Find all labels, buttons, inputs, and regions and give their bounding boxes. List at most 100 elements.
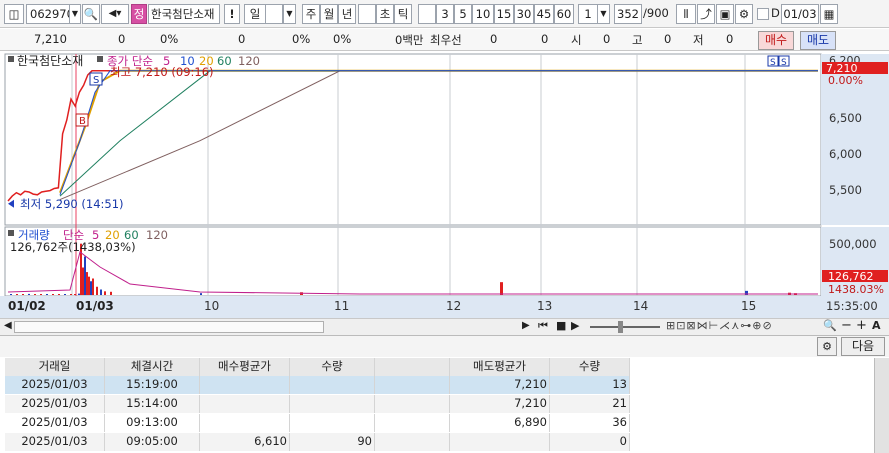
next-button[interactable]: 다음 [841, 337, 885, 356]
quote-price: 7,210 [34, 32, 67, 46]
pref-label: 최우선 [430, 33, 462, 47]
x-label-12: 12 [446, 299, 461, 313]
table-row[interactable]: 2025/01/03 09:05:00 6,610 90 0 [5, 433, 630, 451]
zoom-slider[interactable] [590, 326, 660, 328]
period-day[interactable]: 일 [244, 4, 266, 24]
stock-name: 한국첨단소재 [148, 4, 220, 24]
table-row[interactable]: 2025/01/03 15:19:00 7,210 13 [5, 376, 630, 394]
table-row[interactable]: 2025/01/03 15:14:00 7,210 21 [5, 395, 630, 413]
table-header: 거래일 체결시간 매수평균가 수량 매도평균가 수량 [5, 358, 630, 376]
stock-badge: 정 [131, 4, 147, 24]
open-label: 시 [571, 33, 582, 47]
pref-1: 0 [490, 32, 498, 46]
col-header-time: 체결시간 [105, 358, 200, 376]
quote-v2: 0% [292, 32, 311, 46]
sell-marker-right-2: S [781, 58, 787, 68]
table-cell [200, 395, 290, 413]
table-cell: 6,890 [450, 414, 550, 432]
low-label: 저 [693, 33, 704, 47]
scroll-thumb[interactable] [14, 321, 324, 333]
trend-icon[interactable]: ⤴ [697, 4, 715, 24]
open-value: 0 [603, 32, 611, 46]
table-scrollbar[interactable] [874, 358, 889, 453]
view-range-input[interactable]: 352 [614, 4, 642, 24]
period-week[interactable]: 주 [302, 4, 320, 24]
table-cell [290, 395, 375, 413]
table-cell [200, 376, 290, 394]
price-pct-tag: 0.00% [828, 74, 863, 87]
col-header-buy-qty: 수량 [290, 358, 375, 376]
date-checkbox[interactable] [757, 8, 769, 20]
period-minute[interactable]: 분 [358, 4, 376, 24]
calendar-icon[interactable]: ▦ [820, 4, 838, 24]
period-year[interactable]: 년 [338, 4, 356, 24]
minute-3[interactable]: 3 [436, 4, 454, 24]
volume-bar [104, 291, 106, 295]
table-cell: 7,210 [450, 376, 550, 394]
minute-10[interactable]: 10 [472, 4, 494, 24]
code-dropdown-icon[interactable]: ▼ [69, 4, 81, 24]
scroll-left-icon[interactable]: ◀ [4, 320, 12, 331]
volume-bar [52, 294, 54, 295]
volume-bar [78, 293, 80, 295]
table-cell [290, 376, 375, 394]
rewind-icon[interactable]: ⏮ [538, 319, 548, 333]
volume-pct-tag: 1438.03% [828, 283, 884, 296]
table-cell: 0 [550, 433, 630, 451]
table-row[interactable]: 2025/01/03 09:13:00 6,890 36 [5, 414, 630, 432]
minute-60[interactable]: 60 [554, 4, 574, 24]
quote-change: 0 [118, 32, 126, 46]
volume-bar [100, 289, 102, 295]
volume-bar [46, 294, 48, 295]
chart-area[interactable]: 한국첨단소재 종가 단순 5 10 20 60 120 최고 7,210 (09… [0, 52, 889, 318]
zoom-in-icon[interactable]: + [856, 318, 867, 333]
save-icon[interactable]: ▣ [716, 4, 734, 24]
volume-bar [22, 294, 24, 295]
quote-rate: 0% [160, 32, 179, 46]
volume-bar [92, 278, 94, 295]
minute-45[interactable]: 45 [534, 4, 554, 24]
info-button[interactable]: ! [224, 4, 240, 24]
volume-bar [16, 294, 18, 295]
layout-icon[interactable]: ◫ [4, 4, 24, 24]
volume-bar [70, 294, 72, 295]
period-second[interactable]: 초 [376, 4, 394, 24]
count-input[interactable]: 1 [578, 4, 598, 24]
minute-1[interactable]: 1 [418, 4, 436, 24]
speaker-icon[interactable]: ◀▾ [101, 4, 129, 24]
settings-gear-icon[interactable]: ⚙ [817, 337, 837, 356]
gear-icon[interactable]: ⚙ [735, 4, 753, 24]
minute-30[interactable]: 30 [514, 4, 534, 24]
minute-15[interactable]: 15 [494, 4, 514, 24]
sell-button[interactable]: 매도 [800, 31, 836, 50]
buy-button[interactable]: 매수 [758, 31, 794, 50]
day-count[interactable]: 1 [265, 4, 283, 24]
search-icon[interactable]: 🔍 [82, 4, 100, 24]
sell-marker-label: S [93, 75, 99, 86]
play-icon[interactable]: ▶ [571, 319, 579, 332]
period-month[interactable]: 월 [320, 4, 338, 24]
date-input[interactable]: 01/03 [781, 4, 819, 24]
quote-v3: 0% [333, 32, 352, 46]
candle-icon[interactable]: ⫴ [676, 4, 696, 24]
font-size-icon[interactable]: A [872, 319, 881, 332]
volume-bar [58, 294, 60, 295]
zoom-search-icon[interactable]: 🔍 [823, 319, 837, 332]
table-cell: 6,610 [200, 433, 290, 451]
scroll-right-icon[interactable]: ▶ [522, 320, 530, 331]
period-tick[interactable]: 틱 [394, 4, 412, 24]
table-cell: 13 [550, 376, 630, 394]
table-cell: 09:13:00 [105, 414, 200, 432]
price-tick-2: 5,500 [829, 183, 862, 197]
stock-code-input[interactable]: 062970 [26, 4, 70, 24]
drawing-tools-icon[interactable]: ⊞⊡⊠⋈⊢⋌⋏⊶⊕⊘ [666, 319, 773, 332]
zoom-slider-thumb[interactable] [618, 321, 623, 333]
stop-icon[interactable]: ■ [556, 319, 566, 332]
day-count-dropdown-icon[interactable]: ▼ [283, 4, 296, 24]
table-cell: 15:19:00 [105, 376, 200, 394]
zoom-out-icon[interactable]: − [841, 318, 852, 333]
count-dropdown-icon[interactable]: ▼ [597, 4, 610, 24]
x-label-0102: 01/02 [8, 299, 46, 313]
volume-bar [74, 294, 76, 295]
minute-5[interactable]: 5 [454, 4, 472, 24]
